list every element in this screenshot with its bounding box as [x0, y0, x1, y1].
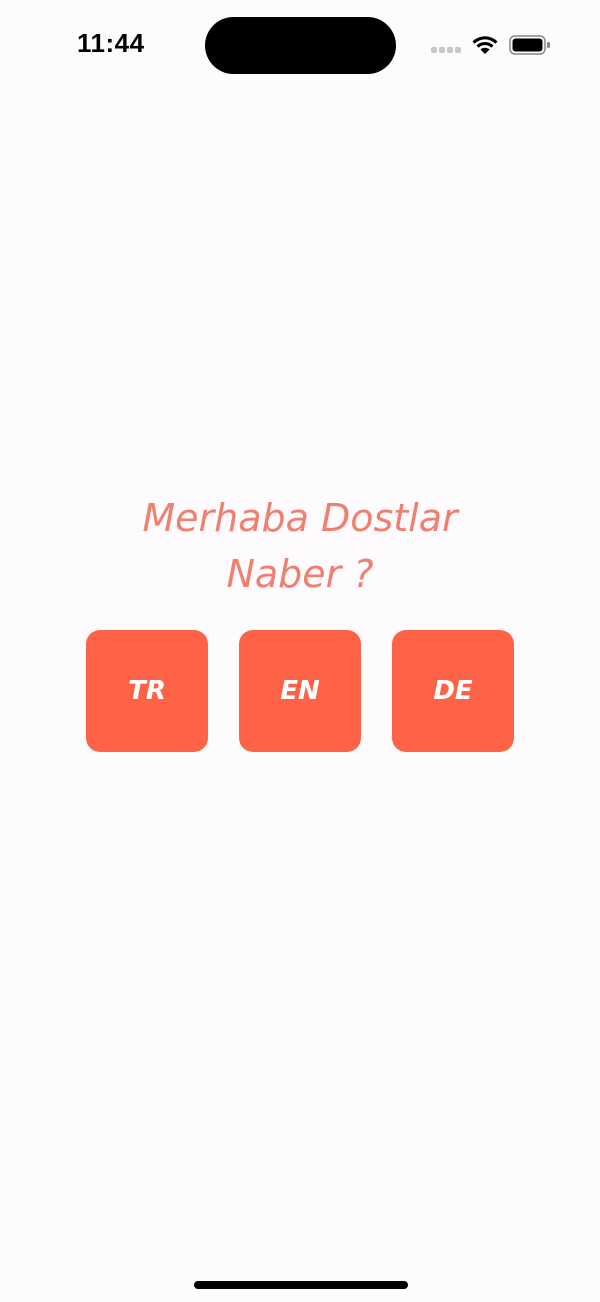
language-button-en[interactable]: EN	[239, 630, 361, 752]
language-buttons: TR EN DE	[86, 630, 514, 752]
signal-icon	[431, 47, 461, 53]
home-indicator[interactable]	[194, 1281, 408, 1289]
dynamic-island	[205, 17, 396, 74]
language-button-tr[interactable]: TR	[86, 630, 208, 752]
language-button-de[interactable]: DE	[392, 630, 514, 752]
greeting-line-1: Merhaba Dostlar	[142, 496, 458, 540]
main-content: Merhaba Dostlar Naber ? TR EN DE	[0, 490, 600, 752]
status-time: 11:44	[77, 28, 145, 58]
greeting-line-2: Naber ?	[226, 552, 374, 596]
greeting-text: Merhaba Dostlar Naber ?	[90, 490, 510, 602]
battery-icon	[509, 35, 550, 55]
status-bar: 11:44	[0, 0, 600, 90]
wifi-icon	[472, 36, 498, 54]
